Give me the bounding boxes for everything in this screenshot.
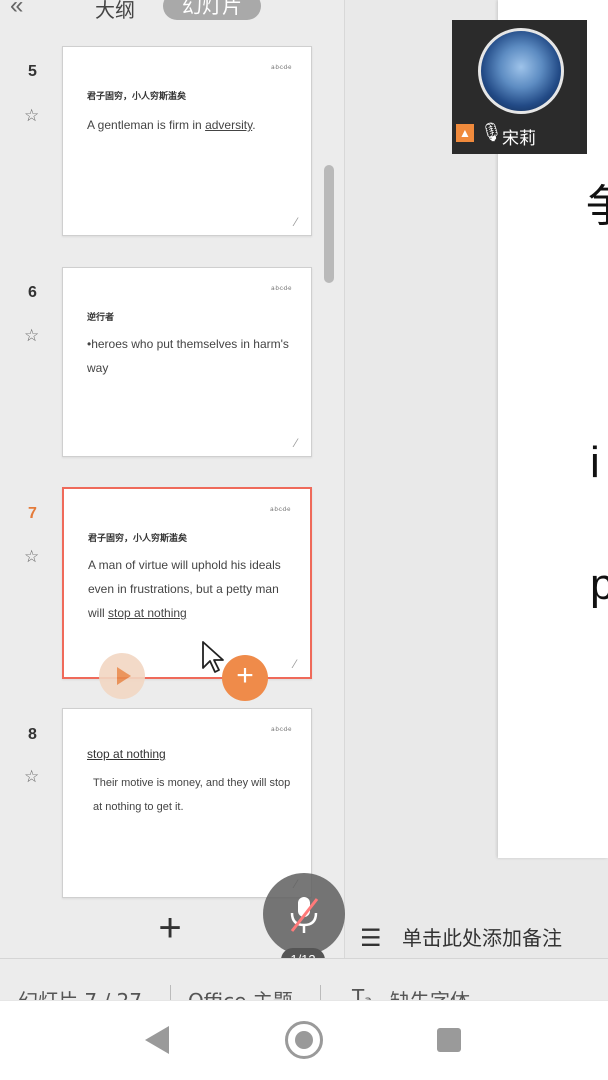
theme-status[interactable]: Office 主题: [188, 985, 293, 1000]
play-icon[interactable]: [99, 653, 145, 699]
slide-body-underlined: adversity: [205, 118, 253, 132]
slide-thumbnail-8[interactable]: a·b·c·d·e stop at nothing Their motive i…: [62, 708, 312, 898]
slide-position-status: 幻灯片 7 / 27: [18, 985, 142, 1000]
slide-heading: 君子固穷，小人穷斯滥矣: [88, 534, 188, 544]
star-icon[interactable]: ☆: [24, 326, 50, 346]
panel-tabs: « 大纲 幻灯片: [0, 0, 345, 22]
add-icon[interactable]: +: [222, 655, 268, 701]
notes-placeholder[interactable]: 单击此处添加备注: [402, 922, 608, 951]
slide-heading: stop at nothing: [87, 747, 166, 761]
presenter-video-overlay[interactable]: ▲ 🎙 宋莉: [452, 20, 587, 154]
star-icon[interactable]: ☆: [24, 106, 50, 126]
mic-muted-icon: [290, 897, 319, 933]
canvas-text-fragment: 争: [586, 170, 608, 234]
presenter-name: 宋莉: [502, 129, 536, 149]
slide-thumbnail-5[interactable]: a·b·c·d·e 君子固穷，小人穷斯滥矣 A gentleman is fir…: [62, 46, 312, 236]
canvas-text-fragment: i: [590, 438, 600, 487]
slide-header-mark: a·b·c·d·e: [271, 65, 291, 71]
presenter-icon: ▲: [456, 124, 474, 142]
slide-body: A man of virtue will uphold his ideals e…: [88, 553, 298, 625]
slide-body: •heroes who put themselves in harm's way: [87, 337, 289, 375]
tab-slides[interactable]: 幻灯片: [163, 0, 261, 20]
status-bar: 幻灯片 7 / 27 Office 主题 Tₐ 缺失字体: [0, 958, 608, 1000]
star-icon[interactable]: ☆: [24, 767, 50, 787]
slide-corner-mark: ⁄: [294, 436, 297, 450]
tab-outline[interactable]: 大纲: [95, 0, 135, 23]
system-navigation-bar: [0, 1000, 608, 1080]
notes-icon: ☰: [360, 925, 382, 952]
canvas-text-fragment: p: [590, 560, 608, 609]
home-icon[interactable]: [285, 1021, 323, 1059]
slide-body: A gentleman is firm in adversity.: [87, 113, 299, 137]
slide-header-mark: a·b·c·d·e: [271, 286, 291, 292]
slide-thumbnail-7-selected[interactable]: a·b·c·d·e 君子固穷，小人穷斯滥矣 A man of virtue wi…: [62, 487, 312, 679]
cursor-icon: [202, 641, 224, 673]
slide-thumbnail-6[interactable]: a·b·c·d·e 逆行者 •heroes who put themselves…: [62, 267, 312, 457]
slide-number-active: 7: [28, 505, 37, 522]
add-slide-button[interactable]: +: [150, 908, 190, 952]
presenter-avatar: [478, 28, 564, 114]
missing-fonts-status[interactable]: 缺失字体: [390, 985, 470, 1000]
slide-number: 6: [28, 284, 37, 301]
slide-header-mark: a·b·c·d·e: [270, 507, 290, 513]
recents-icon[interactable]: [437, 1028, 461, 1052]
slide-body-text: A gentleman is firm in: [87, 118, 206, 132]
slide-heading: 逆行者: [87, 313, 115, 323]
font-icon: Tₐ: [352, 985, 373, 1000]
slide-number: 5: [28, 63, 37, 80]
status-divider: [320, 985, 321, 1000]
mute-mic-button[interactable]: [263, 873, 345, 955]
slide-body-end: .: [252, 118, 256, 132]
slide-body: Their motive is money, and they will sto…: [93, 777, 291, 813]
slide-corner-mark: ⁄: [294, 215, 297, 229]
slide-corner-mark: ⁄: [293, 657, 296, 671]
collapse-panel-button[interactable]: «: [10, 0, 23, 20]
slides-scrollbar[interactable]: [324, 165, 334, 283]
slide-header-mark: a·b·c·d·e: [271, 727, 291, 733]
back-icon[interactable]: [145, 1026, 169, 1054]
slide-heading: 君子固穷，小人穷斯滥矣: [87, 92, 187, 102]
slide-number: 8: [28, 726, 37, 743]
slide-body-underlined: stop at nothing: [108, 606, 187, 620]
slides-panel: « 大纲 幻灯片 5 ☆ a·b·c·d·e 君子固穷，小人穷斯滥矣 A gen…: [0, 0, 345, 958]
star-icon[interactable]: ☆: [24, 547, 50, 567]
status-divider: [170, 985, 171, 1000]
mic-icon: 🎙: [480, 122, 503, 142]
